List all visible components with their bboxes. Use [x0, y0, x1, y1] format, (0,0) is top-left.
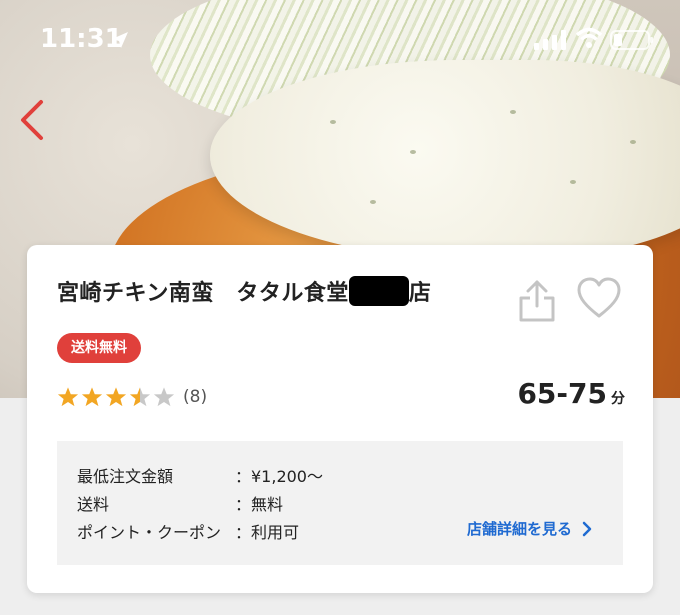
store-name-part2: 店 — [408, 281, 432, 306]
redaction-block — [348, 276, 409, 306]
delivery-time-unit: 分 — [611, 391, 625, 407]
star-icon — [105, 387, 127, 407]
battery-icon — [610, 30, 653, 50]
delivery-time: 65-75 分 — [517, 377, 625, 410]
share-button[interactable] — [515, 278, 559, 322]
info-row-minimum-order: 最低注文金額 ：¥1,200～ — [77, 463, 323, 487]
store-card: 宮崎チキン南蛮 タタル食堂 店 送料無料 (8) 65-75 分 最低注文金額 ：¥1… — [27, 245, 653, 593]
delivery-time-value: 65-75 — [517, 377, 607, 410]
info-value: ：¥1,200～ — [235, 467, 323, 486]
star-icon — [81, 387, 103, 407]
favorite-button[interactable] — [576, 276, 622, 320]
review-count: (8) — [183, 387, 208, 407]
location-arrow-icon — [112, 32, 128, 48]
store-details-link[interactable]: 店舗詳細を見る — [467, 518, 592, 539]
store-details-link-label: 店舗詳細を見る — [467, 520, 573, 538]
star-icon — [57, 387, 79, 407]
rating: (8) — [57, 386, 207, 408]
share-icon — [519, 280, 555, 322]
info-label: 送料 — [77, 495, 110, 514]
info-value: ：無料 — [235, 495, 284, 514]
store-name: 宮崎チキン南蛮 タタル食堂 店 — [57, 275, 431, 307]
free-shipping-badge: 送料無料 — [57, 333, 141, 363]
info-label: 最低注文金額 — [77, 467, 174, 486]
status-bar: 11:31 — [0, 0, 680, 80]
info-value: ：利用可 — [235, 523, 300, 542]
star-empty-icon — [153, 387, 175, 407]
store-name-part1: 宮崎チキン南蛮 タタル食堂 — [57, 281, 349, 306]
star-half-icon — [129, 387, 151, 407]
info-row-points-coupon: ポイント・クーポン ：利用可 — [77, 519, 299, 543]
chevron-right-icon — [582, 521, 592, 536]
info-row-shipping: 送料 ：無料 — [77, 491, 283, 515]
info-label: ポイント・クーポン — [77, 523, 222, 542]
wifi-icon — [576, 27, 602, 48]
chevron-left-icon — [21, 100, 43, 140]
heart-icon — [577, 277, 621, 318]
back-button[interactable] — [14, 98, 50, 142]
store-info-panel: 最低注文金額 ：¥1,200～ 送料 ：無料 ポイント・クーポン ：利用可 店舗詳細を… — [57, 441, 623, 565]
cellular-signal-icon — [534, 30, 566, 50]
